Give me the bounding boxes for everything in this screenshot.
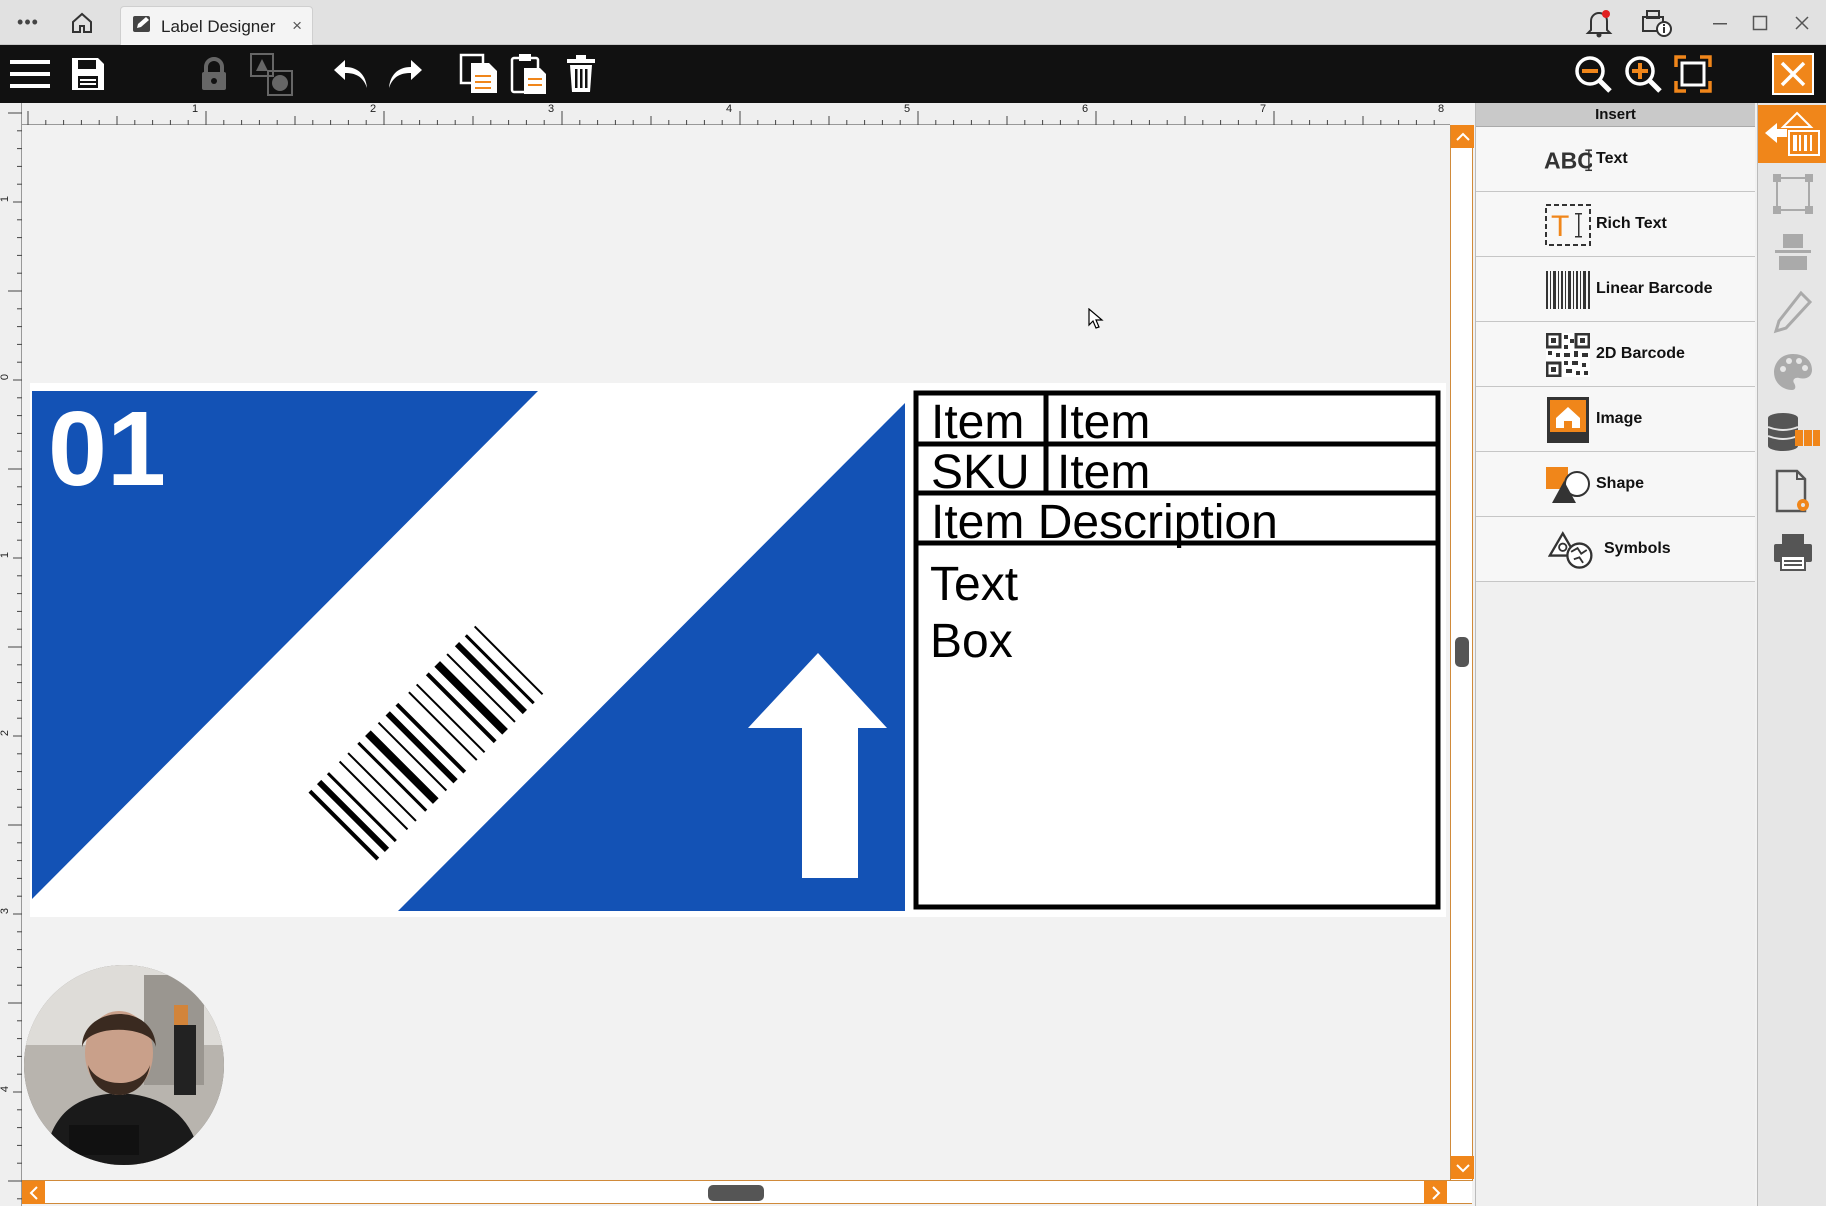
close-designer-icon[interactable] xyxy=(1768,45,1818,103)
svg-text:ABC: ABC xyxy=(1544,147,1592,173)
page-settings-icon[interactable] xyxy=(1758,463,1826,521)
qr-code-icon xyxy=(1544,332,1592,377)
svg-text:T: T xyxy=(1551,210,1569,243)
delete-trash-icon[interactable] xyxy=(558,45,604,103)
insert-linear-barcode-button[interactable]: Linear Barcode xyxy=(1476,257,1755,322)
insert-item-label: Text xyxy=(1596,150,1628,167)
insert-item-label: Image xyxy=(1596,410,1643,427)
insert-panel: Insert ABC Text T Rich Text Linear Barco… xyxy=(1475,103,1755,1206)
text-box-line1[interactable]: Text xyxy=(930,557,1018,612)
insert-image-button[interactable]: Image xyxy=(1476,387,1755,452)
label-designer-app: ••• Label Designer × 1 2 3 4 5 6 7 8 1 0… xyxy=(0,0,1826,1206)
insert-rich-text-button[interactable]: T Rich Text xyxy=(1476,192,1755,257)
ruler-top-label: 2 xyxy=(370,103,377,115)
label-design[interactable]: 01 Item Item SKU Item Item Description T… xyxy=(30,383,1446,917)
design-canvas[interactable]: 01 Item Item SKU Item Item Description T… xyxy=(22,125,1450,1180)
ruler-top-label: 7 xyxy=(1260,103,1267,115)
mouse-cursor-icon xyxy=(1088,307,1104,335)
ruler-top-label: 6 xyxy=(1082,103,1089,115)
right-tool-strip xyxy=(1757,103,1826,1206)
scroll-right-button[interactable] xyxy=(1424,1181,1447,1204)
paste-icon[interactable] xyxy=(506,45,552,103)
vertical-scroll-thumb[interactable] xyxy=(1455,637,1469,667)
object-properties-icon[interactable] xyxy=(1758,165,1826,223)
insert-panel-title: Insert xyxy=(1476,103,1755,127)
table-cell-item-description[interactable]: Item Description xyxy=(931,495,1278,550)
tab-label: Label Designer xyxy=(161,16,276,36)
insert-shape-button[interactable]: Shape xyxy=(1476,452,1755,517)
rich-text-icon: T xyxy=(1544,202,1592,247)
text-abc-icon: ABC xyxy=(1544,137,1592,182)
vertical-scrollbar[interactable] xyxy=(1450,125,1474,1181)
database-icon[interactable] xyxy=(1758,403,1826,461)
ruler-left-label: 4 xyxy=(0,1085,12,1093)
table-cell-item-label[interactable]: Item xyxy=(931,395,1024,450)
tab-label-designer[interactable]: Label Designer × xyxy=(120,6,313,46)
shape-icon xyxy=(1544,462,1592,507)
undo-icon[interactable] xyxy=(328,45,374,103)
table-cell-sku-label[interactable]: SKU xyxy=(931,445,1030,500)
close-window-button[interactable] xyxy=(1782,0,1822,45)
insert-text-button[interactable]: ABC Text xyxy=(1476,127,1755,192)
main-toolbar xyxy=(0,45,1826,103)
ruler-left-label: 0 xyxy=(0,373,12,381)
text-box-line2[interactable]: Box xyxy=(930,614,1013,669)
edit-icon xyxy=(131,13,153,40)
ruler-top-label: 4 xyxy=(726,103,733,115)
insert-symbols-button[interactable]: Symbols xyxy=(1476,517,1755,582)
zoom-out-icon[interactable] xyxy=(1570,45,1616,103)
table-cell-sku-value[interactable]: Item xyxy=(1057,445,1150,500)
horizontal-scrollbar[interactable] xyxy=(22,1180,1472,1204)
ruler-left-label: 2 xyxy=(0,729,12,737)
printer-info-icon[interactable] xyxy=(1636,0,1676,45)
lock-icon[interactable] xyxy=(194,45,234,103)
fit-to-window-icon[interactable] xyxy=(1670,45,1716,103)
home-icon[interactable] xyxy=(64,0,100,45)
minimize-button[interactable] xyxy=(1700,0,1740,45)
horizontal-scroll-thumb[interactable] xyxy=(708,1185,764,1201)
ruler-top-label: 1 xyxy=(192,103,199,115)
insert-item-label: Symbols xyxy=(1604,540,1671,557)
scroll-up-button[interactable] xyxy=(1451,125,1474,148)
redo-icon[interactable] xyxy=(382,45,428,103)
table-cell-item-value[interactable]: Item xyxy=(1057,395,1150,450)
pencil-icon[interactable] xyxy=(1758,283,1826,341)
label-number[interactable]: 01 xyxy=(48,389,166,510)
ruler-top-label: 8 xyxy=(1438,103,1445,115)
horizontal-ruler: 1 2 3 4 5 6 7 8 xyxy=(20,103,1450,125)
arrange-shapes-icon[interactable] xyxy=(246,45,296,103)
scroll-left-button[interactable] xyxy=(22,1181,45,1204)
align-icon[interactable] xyxy=(1758,223,1826,281)
zoom-in-icon[interactable] xyxy=(1620,45,1666,103)
symbols-icon xyxy=(1548,527,1596,572)
ruler-left-label: 1 xyxy=(0,195,12,203)
insert-item-label: Linear Barcode xyxy=(1596,280,1713,297)
print-icon[interactable] xyxy=(1758,523,1826,581)
ruler-left-label: 1 xyxy=(0,551,12,559)
notification-bell-icon[interactable] xyxy=(1582,0,1616,45)
insert-item-label: Shape xyxy=(1596,475,1645,492)
linear-barcode-icon xyxy=(1544,267,1592,312)
vertical-ruler: 1 0 1 2 3 4 xyxy=(0,103,22,1206)
insert-tools-icon[interactable] xyxy=(1758,105,1826,163)
ruler-left-label: 3 xyxy=(0,907,12,915)
image-icon xyxy=(1544,396,1592,443)
hamburger-menu-icon[interactable] xyxy=(8,45,52,103)
title-bar: ••• Label Designer × xyxy=(0,0,1826,46)
app-menu-dots[interactable]: ••• xyxy=(8,0,48,45)
palette-icon[interactable] xyxy=(1758,343,1826,401)
scroll-down-button[interactable] xyxy=(1451,1156,1474,1179)
ruler-top-label: 5 xyxy=(904,103,911,115)
maximize-button[interactable] xyxy=(1740,0,1780,45)
copy-icon[interactable] xyxy=(456,45,502,103)
ruler-top-label: 3 xyxy=(548,103,555,115)
tab-close-button[interactable]: × xyxy=(292,16,302,36)
insert-2d-barcode-button[interactable]: 2D Barcode xyxy=(1476,322,1755,387)
webcam-overlay xyxy=(24,965,224,1165)
insert-item-label: Rich Text xyxy=(1596,215,1667,232)
save-icon[interactable] xyxy=(66,45,110,103)
insert-item-label: 2D Barcode xyxy=(1596,345,1685,362)
